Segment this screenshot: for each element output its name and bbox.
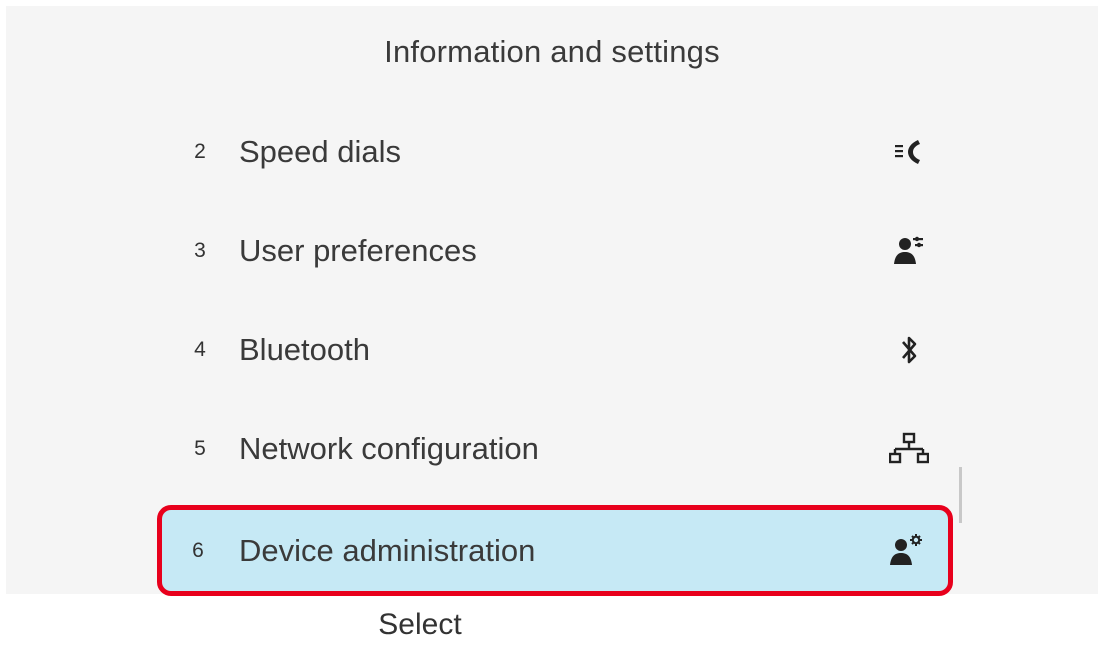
menu-item-label: Device administration bbox=[239, 532, 536, 568]
scrollbar[interactable] bbox=[959, 467, 962, 523]
menu-item-number: 4 bbox=[194, 337, 206, 361]
menu-item-label: User preferences bbox=[239, 232, 477, 268]
menu-item-device-administration[interactable]: 6 Device administration bbox=[157, 505, 953, 596]
menu-item-number: 6 bbox=[192, 538, 204, 562]
menu-item-label: Bluetooth bbox=[239, 331, 370, 367]
page-title: Information and settings bbox=[384, 34, 720, 69]
menu-item-network-configuration[interactable]: 5 Network configuration bbox=[161, 399, 956, 498]
user-preferences-icon bbox=[889, 231, 929, 271]
menu-item-bluetooth[interactable]: 4 Bluetooth bbox=[161, 300, 956, 399]
bluetooth-icon bbox=[889, 330, 929, 370]
menu-item-number: 3 bbox=[194, 238, 206, 262]
menu-item-label: Network configuration bbox=[239, 430, 539, 466]
device-admin-icon bbox=[886, 531, 926, 571]
menu-item-label: Speed dials bbox=[239, 133, 402, 169]
network-icon bbox=[889, 429, 929, 469]
select-softkey[interactable]: Select bbox=[320, 608, 520, 642]
menu-item-number: 2 bbox=[194, 139, 206, 163]
settings-menu: 2 Speed dials 3 User preferences 4 Bluet… bbox=[161, 102, 956, 498]
menu-item-user-preferences[interactable]: 3 User preferences bbox=[161, 201, 956, 300]
menu-item-speed-dials[interactable]: 2 Speed dials bbox=[161, 102, 956, 201]
menu-item-number: 5 bbox=[194, 436, 206, 460]
speed-dial-icon bbox=[889, 132, 929, 172]
